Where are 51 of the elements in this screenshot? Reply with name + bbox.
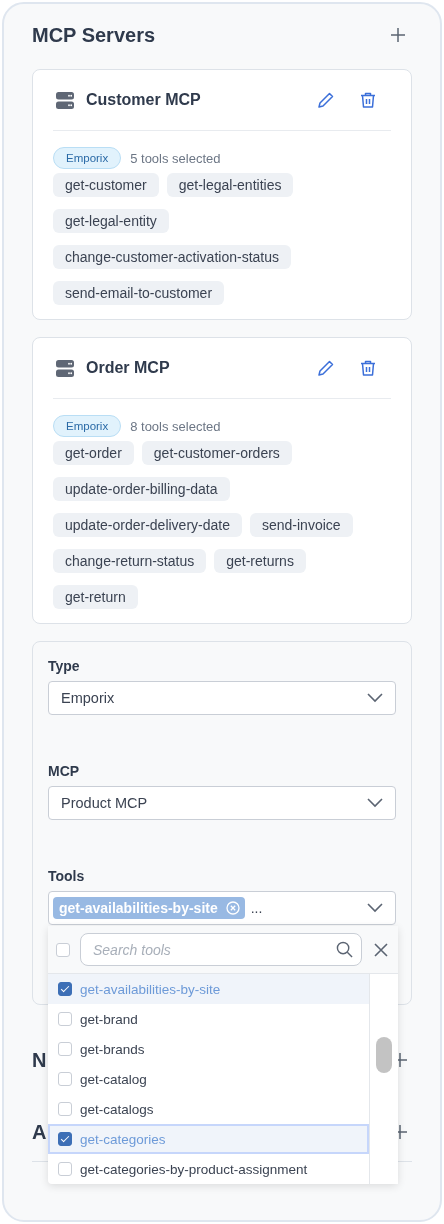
tool-option[interactable]: get-categories-by-product-assignment <box>48 1154 369 1184</box>
chevron-down-icon[interactable] <box>367 903 383 913</box>
type-badge: Emporix <box>53 415 122 437</box>
server-icon <box>56 91 74 109</box>
more-indicator: ... <box>250 900 263 916</box>
tools-count: 8 tools selected <box>130 418 221 434</box>
tool-tag: get-legal-entities <box>166 173 294 197</box>
tool-option[interactable]: get-brands <box>48 1034 369 1064</box>
select-field[interactable]: Product MCP <box>48 786 396 820</box>
search-field[interactable]: Search tools <box>80 933 362 966</box>
delete-icon[interactable] <box>359 91 377 109</box>
multi-select-field[interactable]: get-availabilities-by-site ... <box>48 891 396 925</box>
tool-option[interactable]: get-brand <box>48 1004 369 1034</box>
tool-tag: send-email-to-customer <box>53 281 225 305</box>
panel-title: MCP Servers <box>32 23 156 47</box>
select-all-checkbox[interactable] <box>56 942 70 957</box>
delete-icon[interactable] <box>359 359 377 377</box>
close-icon[interactable] <box>374 942 388 957</box>
chevron-down-icon[interactable] <box>367 798 383 808</box>
edit-icon[interactable] <box>317 91 335 109</box>
server-icon <box>56 359 74 377</box>
chevron-down-icon[interactable] <box>367 693 383 703</box>
tool-option[interactable]: get-catalogs <box>48 1094 369 1124</box>
search-icon[interactable] <box>336 941 353 958</box>
tool-tag: get-customer-orders <box>141 441 292 465</box>
tool-tag: get-return <box>53 585 138 609</box>
tool-tag: get-legal-entity <box>53 209 169 233</box>
server-name: Customer MCP <box>86 91 201 109</box>
tools-count: 5 tools selected <box>130 150 221 166</box>
type-badge: Emporix <box>53 147 122 169</box>
tool-option[interactable]: get-catalog <box>48 1064 369 1094</box>
section-title: N <box>32 1048 47 1072</box>
tool-tag: get-order <box>53 441 134 465</box>
edit-icon[interactable] <box>317 359 335 377</box>
tool-tag: get-customer <box>53 173 159 197</box>
tool-tag: get-returns <box>214 549 306 573</box>
checkbox[interactable] <box>58 1132 72 1146</box>
server-name: Order MCP <box>86 359 170 377</box>
add-icon[interactable] <box>390 27 406 43</box>
scrollbar-thumb[interactable] <box>376 1037 392 1073</box>
checkbox[interactable] <box>58 982 72 996</box>
field-label: Type <box>48 658 81 674</box>
select-field[interactable]: Emporix <box>48 681 396 715</box>
tool-tag: update-order-billing-data <box>53 477 230 501</box>
tool-tag: change-customer-activation-status <box>53 245 291 269</box>
tool-tag: update-order-delivery-date <box>53 513 242 537</box>
field-label: MCP <box>48 763 81 779</box>
section-title: A <box>32 1120 47 1144</box>
field-label: Tools <box>48 868 86 884</box>
tool-tag: send-invoice <box>250 513 353 537</box>
tool-tag: change-return-status <box>53 549 207 573</box>
